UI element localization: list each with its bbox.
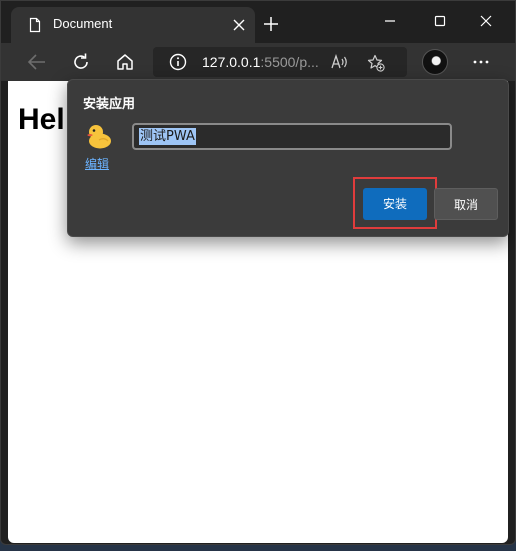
address-bar[interactable]: 127.0.0.1:5500/p... bbox=[153, 47, 407, 77]
more-icon[interactable] bbox=[471, 52, 491, 72]
address-path: :5500/p... bbox=[260, 54, 319, 70]
tab-document[interactable]: Document bbox=[11, 7, 255, 43]
dialog-title: 安装应用 bbox=[83, 97, 136, 112]
minimize-icon[interactable] bbox=[378, 11, 402, 31]
browser-window: Document 127.0.0.1:5500/p... Hel 安装应用 编辑… bbox=[0, 0, 516, 545]
window-close-icon[interactable] bbox=[474, 11, 498, 31]
plus-icon[interactable] bbox=[263, 16, 279, 32]
info-icon[interactable] bbox=[169, 53, 187, 71]
page-heading: Hel bbox=[18, 103, 65, 136]
desktop-background: Document 127.0.0.1:5500/p... Hel 安装应用 编辑… bbox=[0, 0, 516, 551]
refresh-icon[interactable] bbox=[71, 52, 91, 72]
maximize-icon[interactable] bbox=[428, 11, 452, 31]
profile-avatar[interactable] bbox=[422, 49, 448, 75]
add-favorite-icon[interactable] bbox=[367, 54, 385, 72]
read-aloud-icon[interactable] bbox=[331, 54, 349, 70]
title-bar: Document bbox=[1, 1, 515, 43]
duck-icon bbox=[87, 125, 111, 149]
install-app-dialog: 安装应用 编辑 测试PWA 安装 取消 bbox=[67, 79, 509, 237]
app-name-input[interactable]: 测试PWA bbox=[132, 123, 452, 150]
home-icon[interactable] bbox=[115, 52, 135, 72]
address-host: 127.0.0.1 bbox=[202, 54, 261, 70]
app-name-value: 测试PWA bbox=[139, 128, 196, 145]
browser-toolbar: 127.0.0.1:5500/p... bbox=[1, 43, 515, 81]
document-icon bbox=[29, 17, 41, 33]
back-arrow-icon[interactable] bbox=[27, 52, 47, 72]
close-icon[interactable] bbox=[233, 19, 245, 31]
address-url[interactable]: 127.0.0.1:5500/p... bbox=[202, 54, 319, 70]
tab-title: Document bbox=[53, 16, 113, 31]
install-button[interactable]: 安装 bbox=[363, 188, 427, 220]
edit-icon-link[interactable]: 编辑 bbox=[85, 155, 109, 172]
cancel-button[interactable]: 取消 bbox=[434, 188, 498, 220]
